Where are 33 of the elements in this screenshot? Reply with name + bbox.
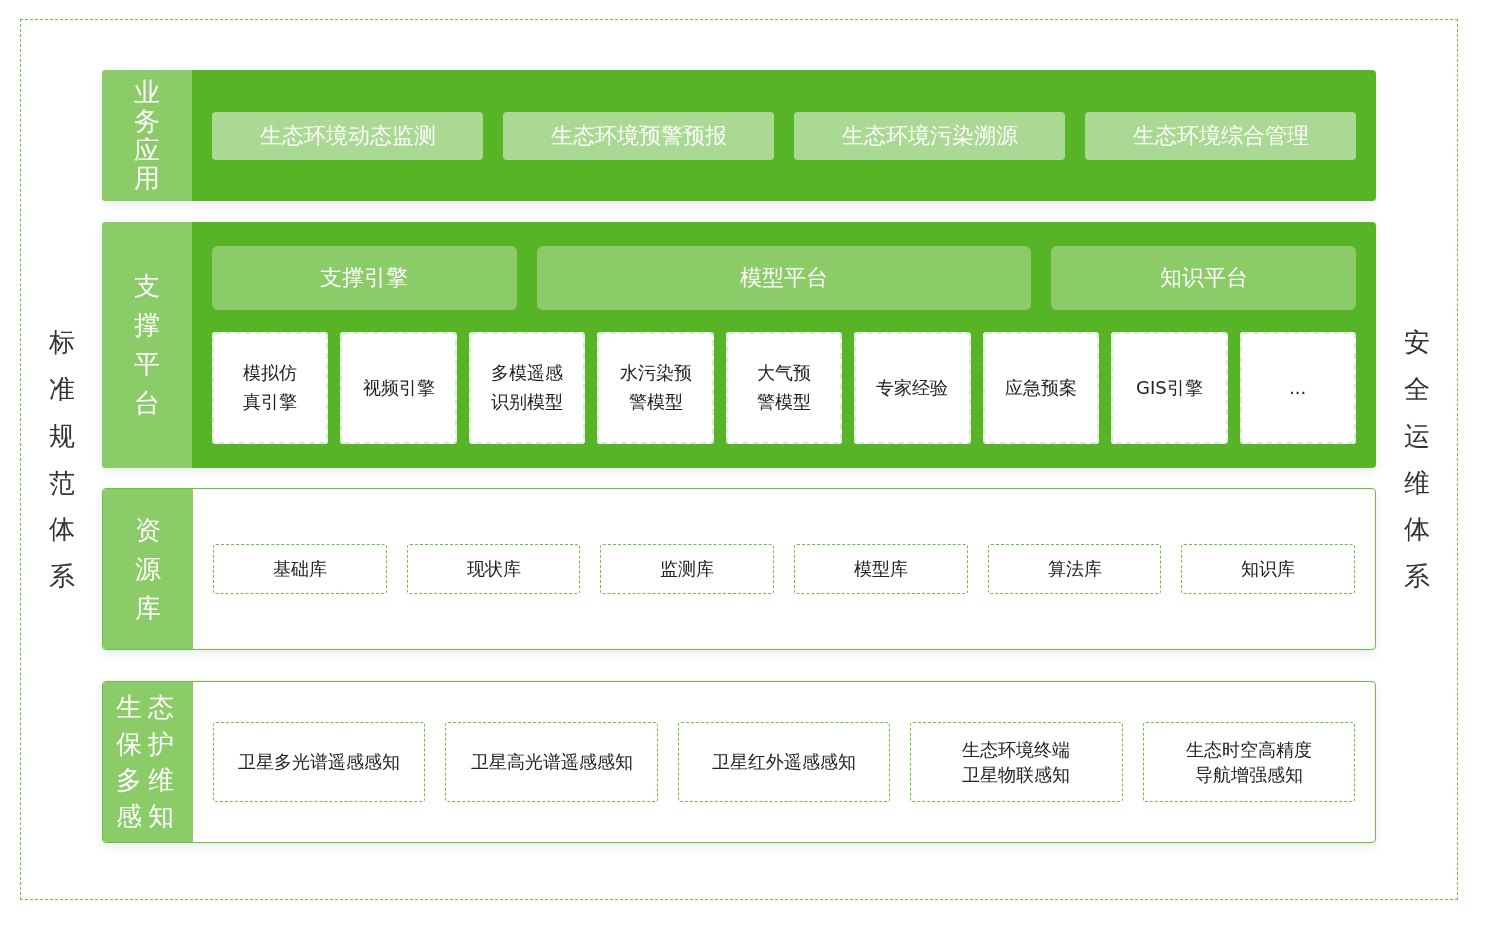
component-label: GIS引擎 (1135, 375, 1203, 400)
side-label: 安全运维体系 (1403, 326, 1430, 594)
perception-label: 卫星红外遥感感知 (712, 750, 856, 775)
component-label: 应急预案 (1004, 375, 1077, 400)
component-label: ... (1289, 375, 1307, 400)
component-label: 专家经验 (876, 375, 949, 400)
perception-label: 卫星多光谱遥感感知 (238, 750, 401, 775)
component-label: 模拟仿真引擎 (243, 361, 298, 414)
database-block: 基础库 (213, 544, 387, 594)
side-label: 标准规范体系 (48, 326, 75, 594)
database-block: 监测库 (600, 544, 774, 594)
layer-label: 资源库 (135, 513, 161, 625)
application-block: 生态环境预警预报 (503, 111, 774, 160)
perception-label: 生态时空高精度导航增强感知 (1185, 737, 1312, 787)
layer-label: 支撑平台 (134, 270, 160, 420)
layer-label: 业务应用 (134, 78, 160, 193)
platform-group-header: 支撑引擎 (212, 246, 517, 310)
database-block: 模型库 (794, 544, 968, 594)
application-block: 生态环境综合管理 (1085, 111, 1356, 160)
platform-group-header: 模型平台 (536, 246, 1032, 310)
component-label: 水污染预警模型 (619, 361, 692, 414)
database-block: 知识库 (1181, 544, 1356, 594)
application-block: 生态环境动态监测 (212, 111, 483, 160)
component-label: 多模遥感识别模型 (491, 361, 564, 414)
perception-label: 生态环境终端卫星物联感知 (962, 737, 1071, 787)
application-block: 生态环境污染溯源 (794, 111, 1065, 160)
layer-label: 生态保护多维感知 (116, 691, 180, 834)
component-label: 大气预警模型 (756, 361, 811, 414)
database-block: 算法库 (987, 544, 1162, 594)
platform-group-header: 知识平台 (1051, 246, 1356, 310)
perception-label: 卫星高光谱遥感感知 (470, 750, 633, 775)
database-block: 现状库 (406, 544, 581, 594)
component-label: 视频引擎 (362, 375, 435, 400)
